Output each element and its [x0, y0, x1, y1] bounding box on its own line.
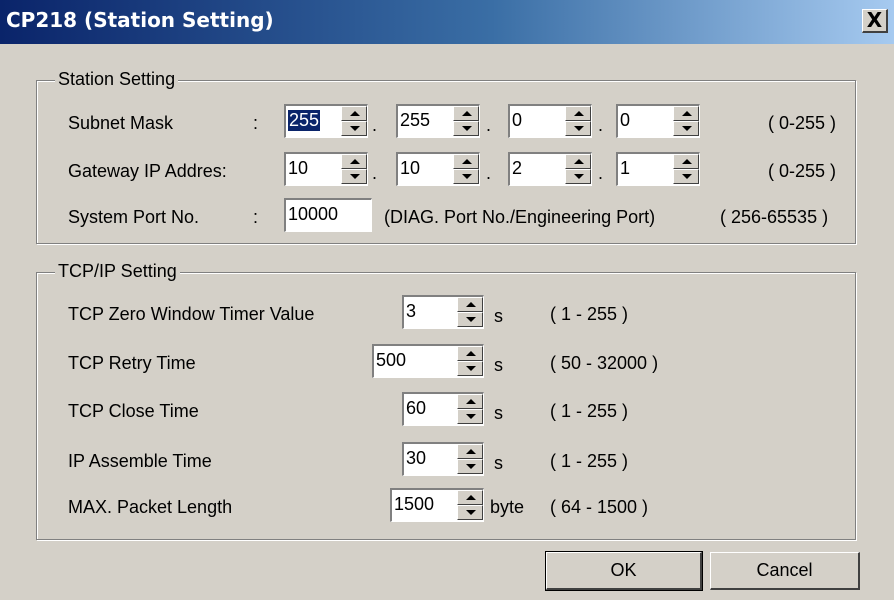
octet-dot: . [598, 163, 604, 183]
max-packet-length-spinner[interactable]: 1500 [390, 488, 484, 522]
tcp-close-time-spinner[interactable]: 60 [402, 392, 484, 426]
tcp-retry-time-label: TCP Retry Time [68, 353, 196, 373]
spin-down-icon[interactable] [457, 361, 483, 376]
spin-up-icon[interactable] [457, 444, 483, 459]
spin-down-icon[interactable] [457, 312, 483, 327]
gateway-octet-4[interactable]: 1 [616, 152, 700, 186]
spin-down-icon[interactable] [341, 121, 367, 136]
subnet-mask-range: ( 0-255 ) [768, 113, 837, 133]
cancel-button[interactable]: Cancel [710, 552, 860, 590]
gateway-octet-2-value: 10 [400, 158, 421, 178]
tcp-retry-time-range: ( 50 - 32000 ) [550, 353, 659, 373]
tcp-close-time-label: TCP Close Time [68, 401, 199, 421]
max-packet-length-value: 1500 [394, 494, 435, 514]
spin-down-icon[interactable] [453, 121, 479, 136]
gateway-range: ( 0-255 ) [768, 161, 837, 181]
system-port-label: System Port No. [68, 207, 200, 227]
spin-down-icon[interactable] [673, 169, 699, 184]
station-setting-legend: Station Setting [55, 69, 179, 90]
max-packet-length-range: ( 64 - 1500 ) [550, 497, 649, 517]
subnet-mask-label: Subnet Mask [68, 113, 174, 133]
tcp-zero-window-range: ( 1 - 255 ) [550, 304, 629, 324]
subnet-mask-octet-2[interactable]: 255 [396, 104, 480, 138]
octet-dot: . [486, 115, 492, 135]
spin-down-icon[interactable] [453, 169, 479, 184]
spin-up-icon[interactable] [457, 490, 483, 505]
spin-down-icon[interactable] [457, 459, 483, 474]
octet-dot: . [372, 115, 378, 135]
ip-assemble-time-unit: s [494, 453, 503, 473]
system-port-note: (DIAG. Port No./Engineering Port) [384, 207, 656, 227]
spin-up-icon[interactable] [457, 346, 483, 361]
tcp-close-time-unit: s [494, 403, 503, 423]
spin-up-icon[interactable] [457, 297, 483, 312]
gateway-octet-2[interactable]: 10 [396, 152, 480, 186]
spin-down-icon[interactable] [341, 169, 367, 184]
spin-up-icon[interactable] [341, 106, 367, 121]
ip-assemble-time-spinner[interactable]: 30 [402, 442, 484, 476]
tcp-retry-time-value: 500 [376, 350, 407, 370]
gateway-octet-1-value: 10 [288, 158, 309, 178]
close-button[interactable]: X [862, 9, 888, 33]
subnet-mask-octet-3-value: 0 [512, 110, 523, 130]
gateway-octet-4-value: 1 [620, 158, 631, 178]
gateway-octet-3[interactable]: 2 [508, 152, 592, 186]
spin-up-icon[interactable] [673, 154, 699, 169]
gateway-octet-1[interactable]: 10 [284, 152, 368, 186]
octet-dot: . [598, 115, 604, 135]
spin-up-icon[interactable] [565, 106, 591, 121]
ip-assemble-time-label: IP Assemble Time [68, 451, 212, 471]
system-port-input[interactable]: 10000 [284, 198, 372, 232]
title-bar[interactable]: CP218 (Station Setting) X [0, 0, 894, 44]
subnet-mask-octet-1[interactable]: 255 [284, 104, 368, 138]
octet-dot: . [372, 163, 378, 183]
system-port-range: ( 256-65535 ) [720, 207, 829, 227]
gateway-octet-3-value: 2 [512, 158, 523, 178]
spin-down-icon[interactable] [457, 409, 483, 424]
subnet-mask-octet-4-value: 0 [620, 110, 631, 130]
tcp-retry-time-spinner[interactable]: 500 [372, 344, 484, 378]
station-setting-dialog: CP218 (Station Setting) X Station Settin… [0, 0, 894, 600]
tcp-zero-window-value: 3 [406, 301, 417, 321]
subnet-mask-octet-1-value: 255 [288, 110, 321, 131]
ok-button[interactable]: OK [545, 551, 703, 591]
system-port-colon: : [253, 207, 259, 227]
spin-up-icon[interactable] [453, 154, 479, 169]
subnet-mask-octet-2-value: 255 [400, 110, 431, 130]
max-packet-length-label: MAX. Packet Length [68, 497, 233, 517]
close-icon: X [866, 8, 883, 32]
subnet-mask-octet-3[interactable]: 0 [508, 104, 592, 138]
gateway-ip-label: Gateway IP Addres: [68, 161, 227, 181]
tcp-zero-window-unit: s [494, 306, 503, 326]
spin-up-icon[interactable] [457, 394, 483, 409]
spin-up-icon[interactable] [673, 106, 699, 121]
window-title: CP218 (Station Setting) [6, 8, 274, 32]
spin-down-icon[interactable] [457, 505, 483, 520]
spin-down-icon[interactable] [673, 121, 699, 136]
spin-up-icon[interactable] [453, 106, 479, 121]
tcp-zero-window-label: TCP Zero Window Timer Value [68, 304, 315, 324]
subnet-mask-octet-4[interactable]: 0 [616, 104, 700, 138]
spin-up-icon[interactable] [565, 154, 591, 169]
tcpip-setting-legend: TCP/IP Setting [55, 261, 180, 282]
spin-down-icon[interactable] [565, 169, 591, 184]
tcp-close-time-range: ( 1 - 255 ) [550, 401, 629, 421]
ip-assemble-time-range: ( 1 - 255 ) [550, 451, 629, 471]
spin-up-icon[interactable] [341, 154, 367, 169]
max-packet-length-unit: byte [490, 497, 525, 517]
tcp-close-time-value: 60 [406, 398, 427, 418]
tcp-zero-window-spinner[interactable]: 3 [402, 295, 484, 329]
spin-down-icon[interactable] [565, 121, 591, 136]
subnet-mask-colon: : [253, 113, 259, 133]
octet-dot: . [486, 163, 492, 183]
tcp-retry-time-unit: s [494, 355, 503, 375]
ip-assemble-time-value: 30 [406, 448, 427, 468]
system-port-value: 10000 [288, 204, 339, 224]
